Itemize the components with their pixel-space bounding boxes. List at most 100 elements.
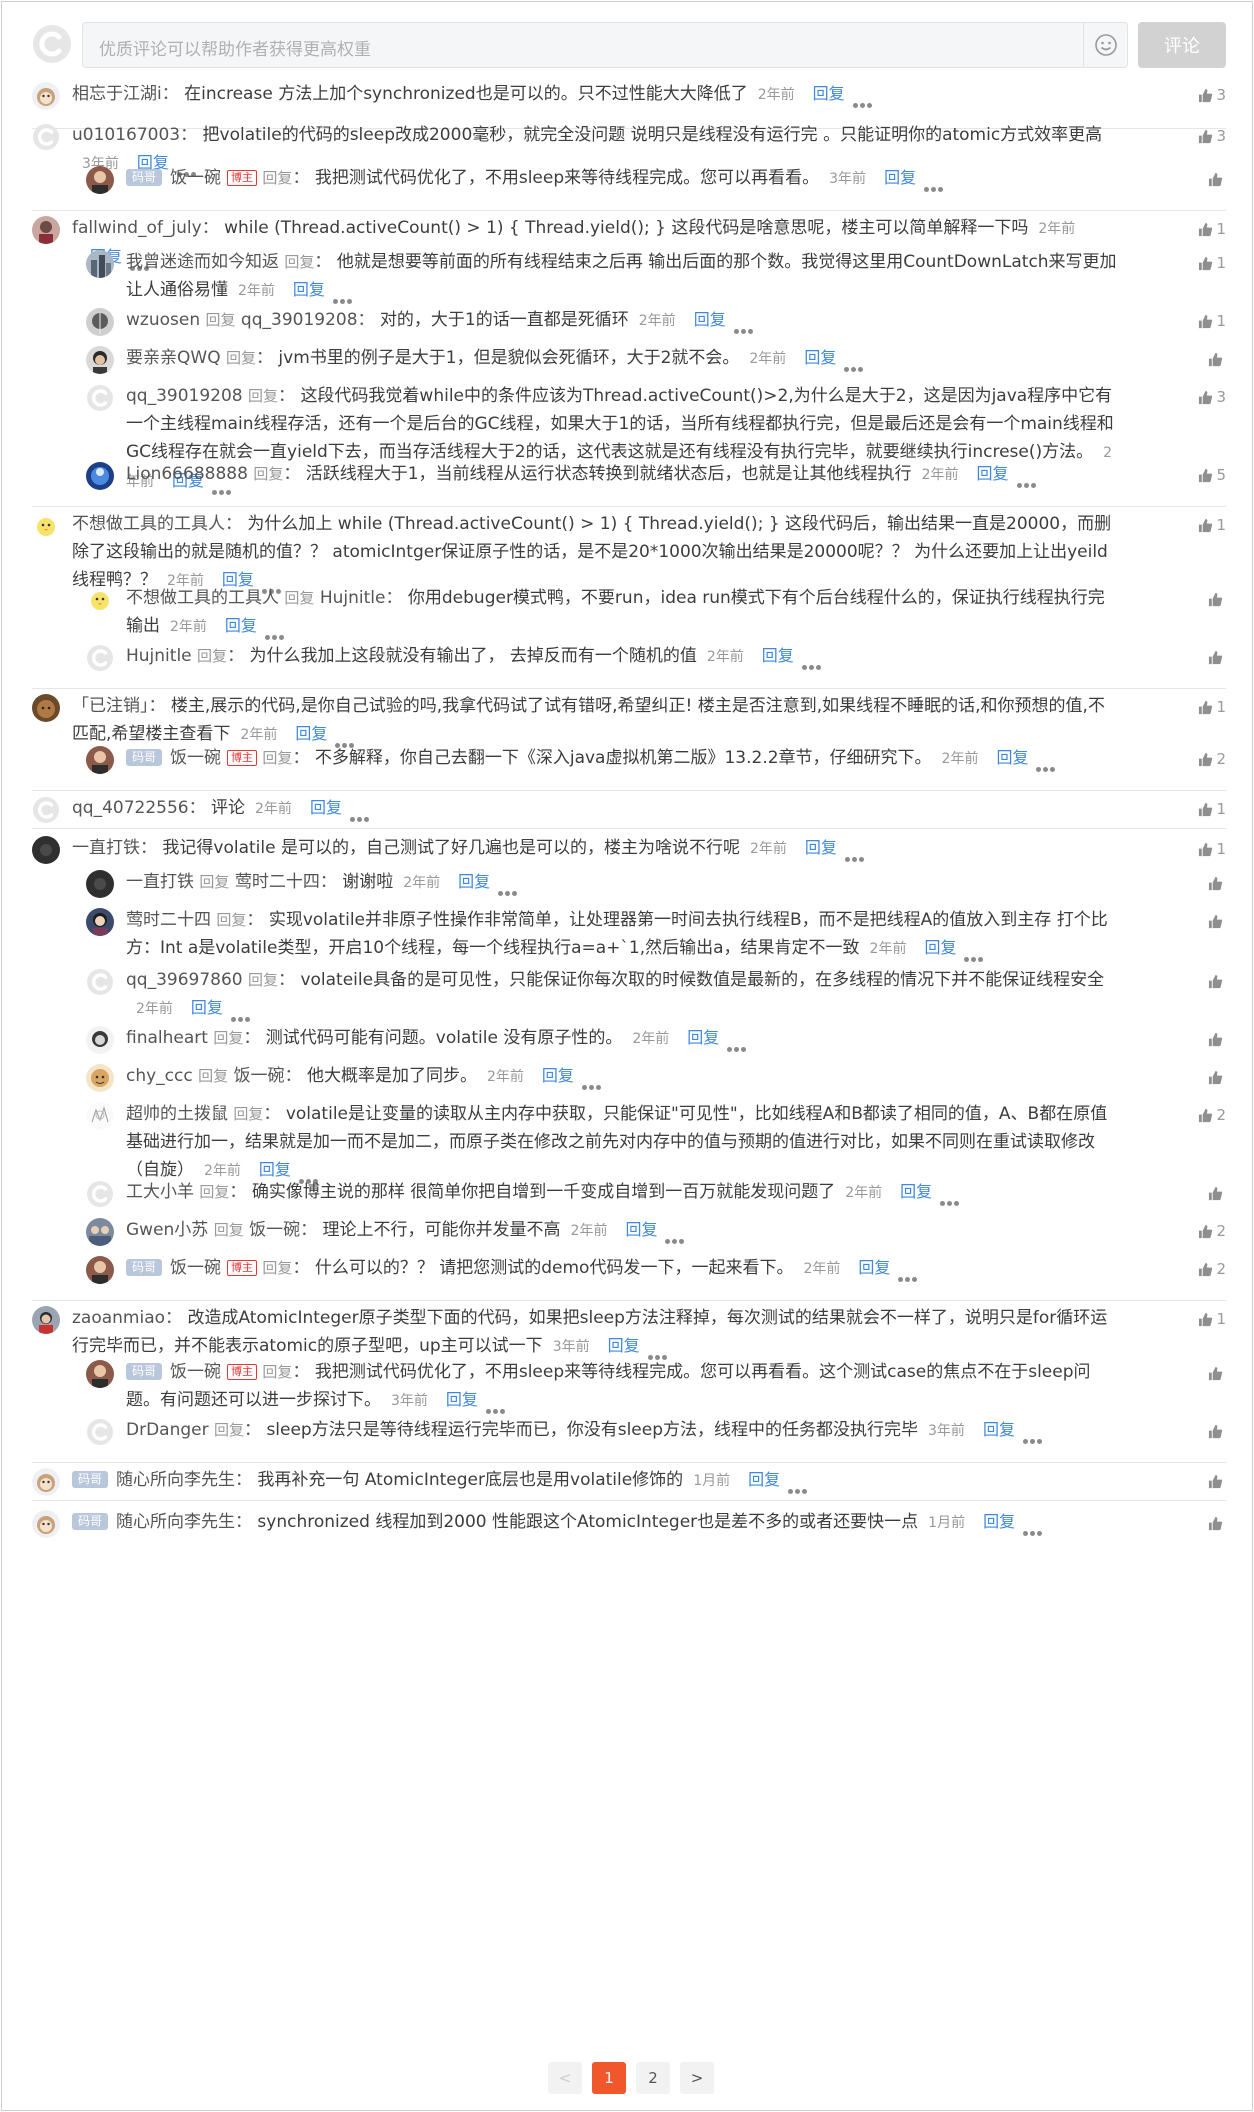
comment-author[interactable]: 随心所向李先生 xyxy=(116,1470,235,1490)
avatar[interactable] xyxy=(32,216,60,244)
more-options-icon[interactable] xyxy=(298,1165,323,1184)
reply-button[interactable]: 回复 xyxy=(259,1160,291,1179)
like-button[interactable]: 1 xyxy=(1186,798,1226,820)
comment-author[interactable]: 我曾迷途而如今知返 xyxy=(126,252,279,272)
comment-input[interactable]: 优质评论可以帮助作者获得更高权重 xyxy=(82,22,1128,68)
more-options-icon[interactable] xyxy=(844,843,869,862)
comment-author[interactable]: DrDanger xyxy=(126,1420,209,1440)
more-options-icon[interactable] xyxy=(964,943,988,962)
like-button[interactable]: 1 xyxy=(1186,252,1226,274)
reply-target[interactable]: 饭一碗 xyxy=(234,1066,285,1086)
more-options-icon[interactable] xyxy=(665,1225,689,1244)
comment-author[interactable]: 不想做工具的工具人 xyxy=(72,514,225,534)
avatar[interactable] xyxy=(86,908,114,936)
comment-author[interactable]: Gwen小苏 xyxy=(126,1220,208,1240)
reply-button[interactable]: 回复 xyxy=(694,310,726,329)
avatar[interactable] xyxy=(86,746,114,774)
like-button[interactable]: 1 xyxy=(1186,310,1226,332)
like-button[interactable]: 3 xyxy=(1186,84,1226,106)
avatar[interactable] xyxy=(86,1026,114,1054)
like-button[interactable]: 1 xyxy=(1186,696,1226,718)
avatar[interactable] xyxy=(86,586,114,614)
like-button[interactable] xyxy=(1186,1470,1226,1492)
reply-button[interactable]: 回复 xyxy=(310,798,342,817)
comment-author[interactable]: zaoanmiao xyxy=(72,1308,165,1328)
like-button[interactable] xyxy=(1186,970,1226,992)
avatar[interactable] xyxy=(32,1468,60,1496)
more-options-icon[interactable] xyxy=(940,1187,964,1206)
reply-button[interactable]: 回复 xyxy=(295,724,327,743)
more-options-icon[interactable] xyxy=(1023,1517,1047,1536)
more-options-icon[interactable] xyxy=(264,621,289,640)
reply-button[interactable]: 回复 xyxy=(858,1258,890,1277)
avatar[interactable] xyxy=(86,1360,114,1388)
more-options-icon[interactable] xyxy=(727,1033,751,1052)
like-button[interactable]: 2 xyxy=(1186,748,1226,770)
reply-button[interactable]: 回复 xyxy=(458,872,490,891)
reply-button[interactable]: 回复 xyxy=(687,1028,719,1047)
more-options-icon[interactable] xyxy=(924,173,948,192)
reply-button[interactable]: 回复 xyxy=(804,348,836,367)
reply-button[interactable]: 回复 xyxy=(983,1512,1015,1531)
reply-button[interactable]: 回复 xyxy=(625,1220,657,1239)
more-options-icon[interactable] xyxy=(1016,469,1041,488)
like-button[interactable]: 1 xyxy=(1186,514,1226,536)
more-options-icon[interactable] xyxy=(1036,753,1060,772)
avatar[interactable] xyxy=(86,346,114,374)
more-options-icon[interactable] xyxy=(1022,1425,1047,1444)
comment-author[interactable]: fallwind_of_july xyxy=(72,218,202,238)
reply-button[interactable]: 回复 xyxy=(293,280,325,299)
like-button[interactable]: 3 xyxy=(1186,386,1226,408)
reply-button[interactable]: 回复 xyxy=(762,646,794,665)
comment-author[interactable]: wzuosen xyxy=(126,310,200,330)
comment-author[interactable]: 一直打铁 xyxy=(126,872,194,892)
avatar[interactable] xyxy=(32,836,60,864)
avatar[interactable] xyxy=(32,512,60,540)
more-options-icon[interactable] xyxy=(335,729,359,748)
like-button[interactable]: 3 xyxy=(1186,125,1226,147)
like-button[interactable] xyxy=(1186,1182,1226,1204)
avatar[interactable] xyxy=(86,1064,114,1092)
like-button[interactable] xyxy=(1186,1420,1226,1442)
reply-target[interactable]: Hujnitle xyxy=(320,588,386,608)
reply-button[interactable]: 回复 xyxy=(976,464,1008,483)
reply-button[interactable]: 回复 xyxy=(924,938,956,957)
avatar[interactable] xyxy=(32,694,60,722)
reply-button[interactable]: 回复 xyxy=(191,998,223,1017)
avatar[interactable] xyxy=(86,462,114,490)
reply-button[interactable]: 回复 xyxy=(446,1390,478,1409)
page-2-button[interactable]: 2 xyxy=(636,2062,670,2094)
avatar[interactable] xyxy=(32,1306,60,1334)
like-button[interactable]: 5 xyxy=(1186,464,1226,486)
comment-author[interactable]: 「已注销」 xyxy=(72,696,149,716)
more-options-icon[interactable] xyxy=(844,353,868,372)
prev-page-button[interactable]: < xyxy=(548,2062,582,2094)
comment-author[interactable]: Lion66688888 xyxy=(126,464,248,484)
like-button[interactable]: 1 xyxy=(1186,218,1226,240)
comment-author[interactable]: qq_39697860 xyxy=(126,970,243,990)
like-button[interactable]: 2 xyxy=(1186,1258,1226,1280)
more-options-icon[interactable] xyxy=(788,1475,812,1494)
comment-author[interactable]: u010167003 xyxy=(72,125,180,145)
more-options-icon[interactable] xyxy=(647,1341,672,1360)
avatar[interactable] xyxy=(32,1510,60,1538)
reply-button[interactable]: 回复 xyxy=(900,1182,932,1201)
reply-target[interactable]: 莺时二十四 xyxy=(235,872,320,892)
reply-button[interactable]: 回复 xyxy=(884,168,916,187)
comment-author[interactable]: qq_39019208 xyxy=(126,386,243,406)
more-options-icon[interactable] xyxy=(485,1395,510,1414)
comment-author[interactable]: 饭一碗 xyxy=(170,1258,221,1278)
comment-author[interactable]: Hujnitle xyxy=(126,646,192,666)
reply-button[interactable]: 回复 xyxy=(542,1066,574,1085)
reply-button[interactable]: 回复 xyxy=(608,1336,640,1355)
reply-button[interactable]: 回复 xyxy=(813,84,845,103)
reply-target[interactable]: 饭一碗 xyxy=(249,1220,300,1240)
more-options-icon[interactable] xyxy=(332,285,357,304)
like-button[interactable] xyxy=(1186,1362,1226,1384)
more-options-icon[interactable] xyxy=(349,803,374,822)
avatar[interactable] xyxy=(86,250,114,278)
avatar[interactable] xyxy=(86,968,114,996)
reply-button[interactable]: 回复 xyxy=(225,616,257,635)
comment-author[interactable]: chy_ccc xyxy=(126,1066,193,1086)
comment-author[interactable]: 不想做工具的工具人 xyxy=(126,588,279,608)
